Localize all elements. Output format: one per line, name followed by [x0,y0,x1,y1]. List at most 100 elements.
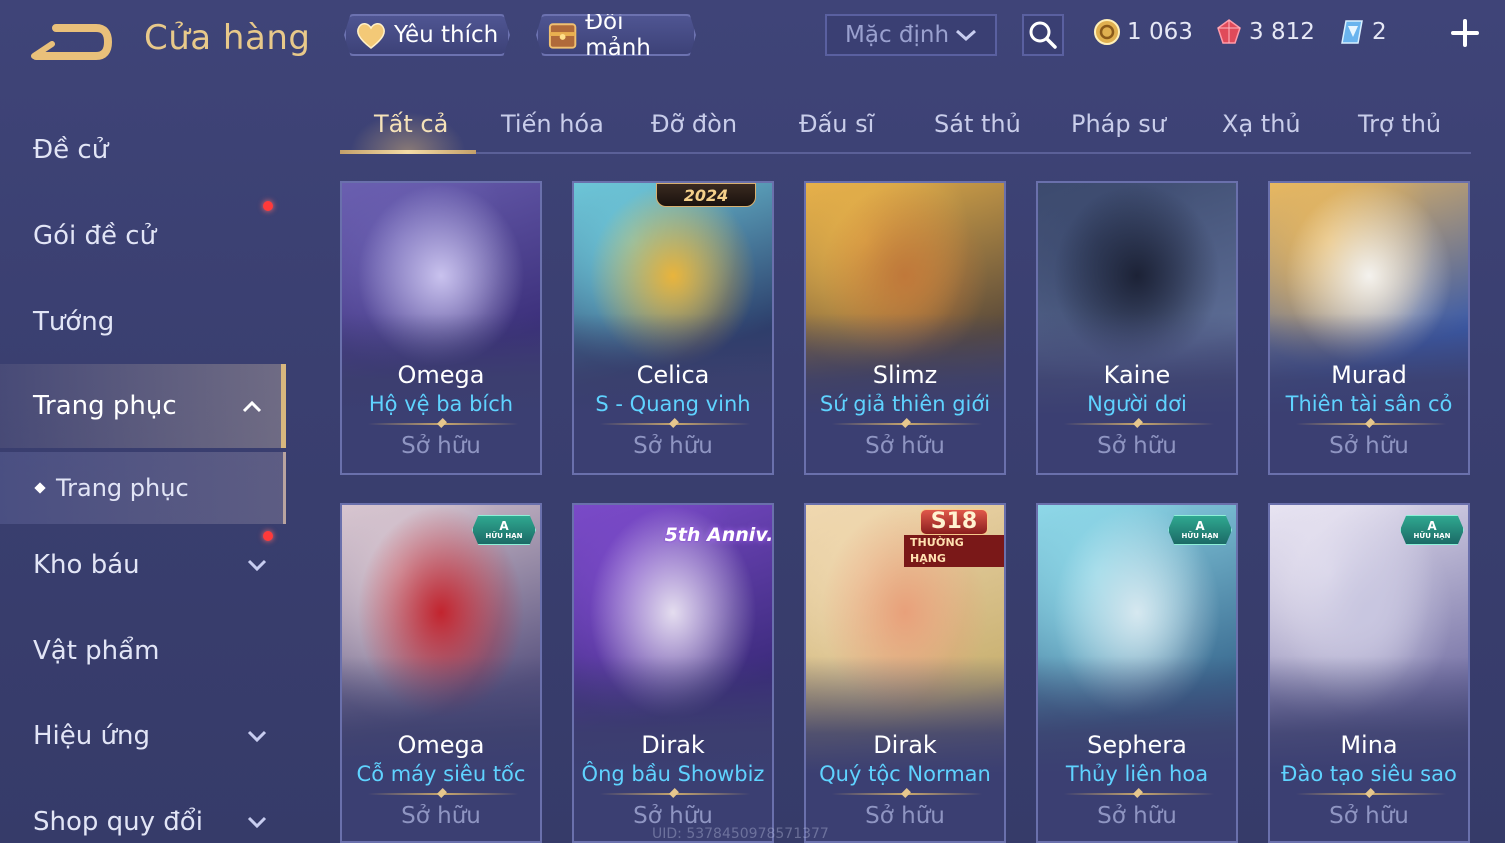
owned-status: Sở hữu [401,803,481,829]
hero-name: Slimz [872,361,938,389]
trade-label: Đổi mảnh [585,9,651,61]
skin-name: Đào tạo siêu sao [1281,762,1457,786]
owned-status: Sở hữu [865,433,945,459]
ticket-amount: 2 [1372,19,1387,45]
skin-badge: A HỮU HẠN [472,515,536,545]
skin-card[interactable]: Dirak Quý tộc Norman Sở hữu S18 THƯỜNG HẠNG [804,503,1006,843]
ticket-currency: 2 [1338,16,1387,48]
sidebar-item-label: Tướng [33,307,115,337]
sidebar-item-treasure[interactable]: Kho báu [0,523,286,607]
skin-card[interactable]: Kaine Người dơi Sở hữu [1036,181,1238,475]
badge-sublabel: THƯỜNG HẠNG [904,535,1004,567]
badge-label: 5th Anniv. [664,524,774,546]
badge-label: 2024 [683,185,729,205]
search-icon [1029,21,1057,49]
add-currency-button[interactable] [1448,16,1482,50]
skin-name: Cỗ máy siêu tốc [356,762,526,786]
plus-icon [1451,19,1479,47]
badge-sublabel: HỮU HẠN [1413,531,1451,540]
page-title: Cửa hàng [144,18,311,58]
card-divider [1064,423,1214,425]
tab-fighter[interactable]: Đấu sĩ [799,110,874,138]
sidebar-item-label: Gói đề cử [33,221,157,251]
sort-value: Mặc định [845,22,950,48]
skin-card[interactable]: Slimz Sứ giả thiên giới Sở hữu [804,181,1006,475]
hero-name: Mina [1340,731,1398,759]
skin-card[interactable]: Murad Thiên tài sân cỏ Sở hữu [1268,181,1470,475]
hero-name: Omega [397,361,485,389]
card-divider [600,423,750,425]
skin-card[interactable]: Omega Hộ vệ ba bích Sở hữu [340,181,542,475]
tab-marksman[interactable]: Xạ thủ [1222,110,1301,138]
tab-evolution[interactable]: Tiến hóa [501,110,604,138]
card-divider [600,793,750,795]
back-button[interactable] [30,20,113,62]
back-arrow-icon [31,24,113,60]
notification-dot [263,201,273,211]
tab-assassin[interactable]: Sát thủ [934,110,1021,138]
skin-name: Quý tộc Norman [819,762,991,786]
hero-name: Sephera [1087,731,1187,759]
sidebar-item-skins[interactable]: Trang phục [0,364,286,448]
skin-name: Người dơi [1087,392,1187,416]
card-shade [342,183,540,473]
tab-mage[interactable]: Pháp sư [1071,110,1166,138]
sidebar-item-effects[interactable]: Hiệu ứng [0,694,286,778]
ruby-currency: 3 812 [1215,16,1315,48]
hero-name: Murad [1331,361,1407,389]
skin-name: Ông bầu Showbiz [581,762,765,786]
chevron-down-icon [956,29,976,42]
tab-tank[interactable]: Đỡ đòn [651,110,737,138]
card-divider [832,423,982,425]
sort-dropdown[interactable]: Mặc định [825,14,997,56]
gold-amount: 1 063 [1127,19,1193,45]
card-divider [368,423,518,425]
sidebar-item-label: Trang phục [33,391,177,421]
owned-status: Sở hữu [633,433,713,459]
gold-coin-icon [1094,19,1120,45]
sidebar-subitem-skins[interactable]: Trang phục [0,452,286,524]
card-shade [1270,183,1468,473]
tab-support[interactable]: Trợ thủ [1358,110,1441,138]
skin-card[interactable]: Dirak Ông bầu Showbiz Sở hữu 5th Anniv. [572,503,774,843]
sidebar-item-exchange-shop[interactable]: Shop quy đổi [0,780,286,843]
role-tabs: Tất cả Tiến hóa Đỡ đòn Đấu sĩ Sát thủ Ph… [340,98,1471,154]
skin-name: Hộ vệ ba bích [368,392,514,416]
card-divider [1296,423,1446,425]
sidebar-item-label: Vật phẩm [33,636,160,666]
active-tab-underline [340,150,476,154]
owned-status: Sở hữu [1329,433,1409,459]
skin-badge: 5th Anniv. [664,515,774,555]
sidebar-item-recommended-packs[interactable]: Gói đề cử [0,194,286,278]
skin-card[interactable]: Sephera Thủy liên hoa Sở hữu A HỮU HẠN [1036,503,1238,843]
sidebar-item-label: Hiệu ứng [33,721,150,751]
sidebar-item-recommended[interactable]: Đề cử [0,108,286,192]
gold-currency: 1 063 [1093,16,1193,48]
skin-badge: A HỮU HẠN [1400,515,1464,545]
sidebar-item-label: Kho báu [33,550,140,580]
skin-card[interactable]: Omega Cỗ máy siêu tốc Sở hữu A HỮU HẠN [340,503,542,843]
skin-name: Thủy liên hoa [1065,762,1209,786]
trade-shards-button[interactable]: Đổi mảnh [536,14,696,56]
card-divider [1296,793,1446,795]
sidebar-item-heroes[interactable]: Tướng [0,280,286,364]
chevron-down-icon [247,559,267,572]
skin-badge: A HỮU HẠN [1168,515,1232,545]
treasure-chest-icon [548,23,577,49]
skin-card[interactable]: Mina Đào tạo siêu sao Sở hữu A HỮU HẠN [1268,503,1470,843]
search-button[interactable] [1022,14,1064,56]
ruby-amount: 3 812 [1249,19,1315,45]
hero-name: Celica [636,361,710,389]
skin-badge: S18 THƯỜNG HẠNG [904,509,1004,567]
badge-label: S18 [919,509,989,535]
tab-all[interactable]: Tất cả [374,110,448,138]
sidebar-item-items[interactable]: Vật phẩm [0,609,286,693]
skin-card[interactable]: Celica S - Quang vinh Sở hữu 2024 [572,181,774,475]
card-shade [1038,183,1236,473]
favorite-button[interactable]: Yêu thích [344,14,510,56]
chevron-down-icon [247,730,267,743]
card-divider [1064,793,1214,795]
skin-name: Thiên tài sân cỏ [1285,392,1453,416]
favorite-label: Yêu thích [394,22,499,48]
owned-status: Sở hữu [1329,803,1409,829]
